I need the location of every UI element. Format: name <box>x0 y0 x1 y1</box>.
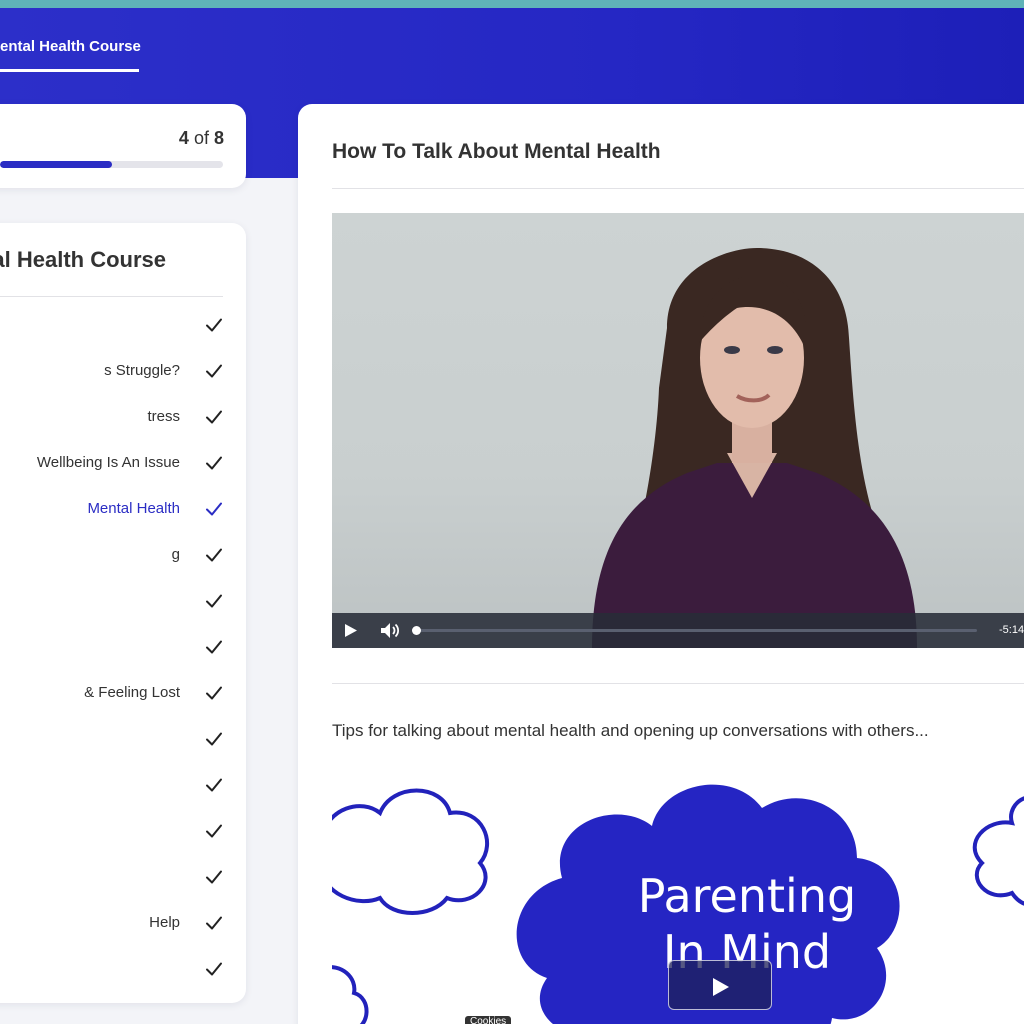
course-divider <box>0 296 223 297</box>
lesson-title: How To Talk About Mental Health <box>332 140 661 163</box>
cookies-button[interactable]: Cookies <box>465 1016 512 1024</box>
presenter-image <box>592 248 917 648</box>
checkmark-icon <box>204 315 224 335</box>
course-outline-card: al Health Course s Struggle? tress Wellbei… <box>0 223 246 1003</box>
play-icon[interactable] <box>344 623 358 638</box>
checkmark-icon <box>204 361 224 381</box>
lesson-item-6[interactable]: g <box>0 532 246 578</box>
active-tab-underline <box>0 69 139 72</box>
video-player[interactable]: -5:14 <box>332 213 1024 648</box>
checkmark-icon <box>204 821 224 841</box>
lesson-item-4[interactable]: Wellbeing Is An Issue <box>0 440 246 486</box>
promo-video-thumbnail[interactable]: Parenting In Mind <box>332 768 1024 1024</box>
course-nav-tab-label: ental Health Course <box>0 38 141 55</box>
title-divider <box>332 188 1024 189</box>
lesson-progress-count: 4 of 8 <box>179 128 224 149</box>
lesson-label-clip <box>0 624 180 670</box>
checkmark-icon <box>204 867 224 887</box>
lesson-content-card: How To Talk About Mental Health -5:14 Ti… <box>298 104 1024 1024</box>
lesson-label-clip <box>0 946 180 992</box>
video-divider <box>332 683 1024 684</box>
lesson-item-8[interactable] <box>0 624 246 670</box>
lesson-item-10[interactable] <box>0 716 246 762</box>
checkmark-icon <box>204 499 224 519</box>
lesson-label-clip: tress <box>0 394 180 440</box>
lesson-label-clip: Mental Health <box>0 486 180 532</box>
lesson-label: s Struggle? <box>104 362 180 379</box>
promo-play-button[interactable] <box>668 960 772 1010</box>
course-title-clip: al Health Course <box>0 247 166 277</box>
lesson-description: Tips for talking about mental health and… <box>332 721 929 740</box>
progress-current: 4 <box>178 128 189 148</box>
lesson-item-9[interactable]: & Feeling Lost <box>0 670 246 716</box>
video-time-remaining: -5:14 <box>999 624 1024 636</box>
lesson-label: tress <box>147 408 180 425</box>
lesson-item-3[interactable]: tress <box>0 394 246 440</box>
lesson-label-clip: Help <box>0 900 180 946</box>
lesson-label-clip <box>0 716 180 762</box>
lesson-label-clip <box>0 578 180 624</box>
lesson-item-13[interactable] <box>0 854 246 900</box>
lesson-label-clip <box>0 854 180 900</box>
course-title: al Health Course <box>0 247 166 272</box>
lesson-item-5[interactable]: Mental Health <box>0 486 246 532</box>
checkmark-icon <box>204 683 224 703</box>
checkmark-icon <box>204 959 224 979</box>
top-accent-strip <box>0 0 1024 8</box>
lesson-label: Wellbeing Is An Issue <box>36 454 180 471</box>
lesson-label: Mental Health <box>87 500 180 517</box>
lesson-item-11[interactable] <box>0 762 246 808</box>
checkmark-icon <box>204 775 224 795</box>
volume-icon[interactable] <box>380 622 400 639</box>
progress-card: 4 of 8 <box>0 104 246 188</box>
checkmark-icon <box>204 453 224 473</box>
lesson-item-1[interactable] <box>0 302 246 348</box>
lesson-label-clip <box>0 808 180 854</box>
lesson-item-14[interactable]: Help <box>0 900 246 946</box>
progress-of: of <box>193 128 209 148</box>
lesson-label-clip: g <box>0 532 180 578</box>
lesson-label: Help <box>149 914 180 931</box>
lesson-label-clip: & Feeling Lost <box>0 670 180 716</box>
progress-bar-fill <box>0 161 112 168</box>
lesson-item-12[interactable] <box>0 808 246 854</box>
lesson-label: & Feeling Lost <box>84 684 180 701</box>
progress-total: 8 <box>213 128 224 148</box>
play-icon <box>713 978 729 996</box>
checkmark-icon <box>204 913 224 933</box>
video-controls: -5:14 <box>332 613 1024 648</box>
course-nav-tab[interactable]: ental Health Course <box>0 38 141 72</box>
lesson-item-15[interactable] <box>0 946 246 992</box>
lesson-label-clip: Wellbeing Is An Issue <box>0 440 180 486</box>
promo-title-line1: Parenting <box>637 869 857 923</box>
checkmark-icon <box>204 729 224 749</box>
lesson-item-2[interactable]: s Struggle? <box>0 348 246 394</box>
lesson-label-clip: s Struggle? <box>0 348 180 394</box>
lesson-list: s Struggle? tress Wellbeing Is An Issue Men… <box>0 302 246 992</box>
lesson-item-7[interactable] <box>0 578 246 624</box>
video-scrubber[interactable] <box>412 626 977 635</box>
video-scrubber-handle[interactable] <box>412 626 421 635</box>
lesson-label: g <box>171 546 180 563</box>
checkmark-icon <box>204 545 224 565</box>
checkmark-icon <box>204 637 224 657</box>
lesson-label-clip <box>0 302 180 348</box>
progress-bar <box>0 161 223 168</box>
lesson-label-clip <box>0 762 180 808</box>
checkmark-icon <box>204 591 224 611</box>
checkmark-icon <box>204 407 224 427</box>
